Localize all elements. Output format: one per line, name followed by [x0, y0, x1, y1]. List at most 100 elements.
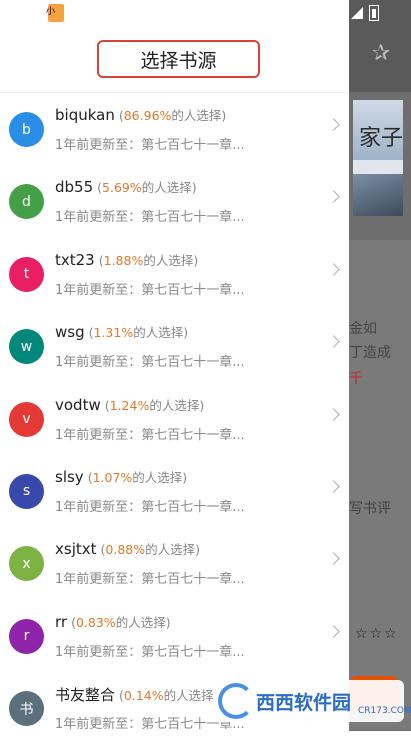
source-popularity: (1.88%的人选择)	[98, 252, 199, 268]
source-update-info: 1年前更新至：第七百七十一章...	[55, 138, 245, 153]
status-bar	[0, 0, 349, 26]
watermark-text: 西西软件园	[256, 691, 352, 714]
write-review-label[interactable]: 写书评	[349, 498, 391, 518]
source-name-line: biqukan (86.96%的人选择)	[55, 105, 226, 124]
chevron-right-icon	[327, 190, 340, 204]
source-avatar: 书	[9, 691, 44, 727]
source-item[interactable]: d db55 (5.69%的人选择) 1年前更新至：第七百七十一章...	[0, 164, 349, 236]
source-popularity: (5.69%的人选择)	[97, 180, 197, 196]
source-popularity: (0.14%的人选择)	[119, 688, 219, 704]
source-percent: 0.88%	[105, 542, 146, 558]
source-update-info: 1年前更新至：第七百七十一章...	[55, 499, 245, 515]
source-name: db55	[55, 178, 94, 197]
source-avatar: s	[9, 473, 44, 509]
background-text-3: 千	[349, 371, 363, 387]
source-list: b biqukan (86.96%的人选择) 1年前更新至：第七百七十一章... d db…	[0, 92, 349, 744]
source-name: xsjtxt	[55, 540, 97, 559]
source-name-line: slsy (1.07%的人选择)	[55, 467, 187, 486]
source-update-info: 1年前更新至：第七百七十一章...	[55, 644, 245, 660]
drawer-title: 选择书源	[97, 40, 260, 78]
chevron-right-icon	[327, 118, 340, 131]
source-percent-suffix: 的人选择)	[115, 614, 171, 630]
source-percent-suffix: 的人选择)	[145, 542, 200, 558]
source-popularity: (1.24%的人选择)	[104, 397, 205, 413]
source-update-info: 1年前更新至：第七百七十一章...	[55, 355, 245, 371]
source-item[interactable]: x xsjtxt (0.88%的人选择) 1年前更新至：第七百七十一章...	[0, 526, 349, 598]
source-name: vodtw	[55, 395, 101, 414]
watermark-c-icon	[218, 683, 254, 719]
drawer-header: 选择书源	[0, 26, 349, 93]
background-content	[349, 240, 411, 730]
source-percent: 5.69%	[102, 180, 142, 196]
book-cover-title: 家子	[359, 126, 403, 151]
source-percent: 1.07%	[92, 469, 133, 485]
status-icons	[349, 0, 411, 26]
source-percent-suffix: 的人选择)	[149, 397, 205, 413]
source-popularity: (1.07%的人选择)	[87, 469, 188, 485]
chevron-right-icon	[327, 480, 340, 493]
source-name: txt23	[55, 250, 95, 269]
source-avatar: r	[9, 618, 44, 654]
source-avatar: d	[9, 184, 44, 220]
source-item[interactable]: v vodtw (1.24%的人选择) 1年前更新至：第七百七十一章...	[0, 382, 349, 454]
source-name-line: vodtw (1.24%的人选择)	[55, 395, 204, 414]
source-percent-suffix: 的人选择)	[143, 252, 199, 268]
background-text-1: 金如	[349, 321, 377, 337]
source-item[interactable]: w wsg (1.31%的人选择) 1年前更新至：第七百七十一章...	[0, 309, 349, 381]
source-avatar: w	[9, 329, 44, 365]
source-name: slsy	[55, 467, 84, 486]
source-popularity: (0.83%的人选择)	[71, 614, 171, 630]
background-text-2: 丁造成	[349, 345, 391, 361]
source-name: rr	[55, 612, 68, 631]
source-name-line: txt23 (1.88%的人选择)	[55, 250, 198, 269]
source-update-info: 1年前更新至：第七百七十一章...	[55, 282, 245, 298]
source-popularity: (0.88%的人选择)	[100, 542, 201, 558]
chevron-right-icon	[327, 552, 340, 566]
source-percent-suffix: 的人选择)	[133, 325, 189, 341]
source-name-line: rr (0.83%的人选择)	[55, 612, 171, 631]
source-update-info: 1年前更新至：第七百七十一章...	[55, 210, 245, 226]
source-name: wsg	[55, 323, 85, 342]
background-page: ✰ 家子 金如 丁造成 千 写书评 ☆☆☆	[349, 0, 411, 731]
source-percent: 86.96%	[123, 108, 172, 123]
source-item[interactable]: t txt23 (1.88%的人选择) 1年前更新至：第七百七十一章...	[0, 237, 349, 309]
source-percent: 0.14%	[123, 688, 164, 704]
app-notification-icon	[46, 3, 64, 22]
rating-stars[interactable]: ☆☆☆	[355, 626, 399, 642]
source-update-info: 1年前更新至：第七百七十一章...	[55, 427, 245, 443]
source-avatar: x	[9, 546, 44, 582]
signal-icon	[351, 7, 363, 19]
source-item[interactable]: b biqukan (86.96%的人选择) 1年前更新至：第七百七十一章...	[0, 92, 349, 164]
source-percent-suffix: 的人选择)	[163, 688, 219, 704]
share-icon[interactable]: ✰	[369, 42, 393, 66]
source-percent: 1.31%	[93, 325, 134, 341]
source-name-line: wsg (1.31%的人选择)	[55, 322, 188, 341]
source-percent-suffix: 的人选择)	[132, 469, 188, 485]
source-avatar: b	[9, 112, 44, 147]
source-name: biqukan	[55, 106, 115, 124]
source-item[interactable]: r rr (0.83%的人选择) 1年前更新至：第七百七十一章...	[0, 599, 349, 671]
chevron-right-icon	[327, 407, 340, 421]
source-percent: 1.88%	[103, 252, 144, 268]
source-name: 书友整合	[55, 686, 116, 705]
source-item[interactable]: s slsy (1.07%的人选择) 1年前更新至：第七百七十一章...	[0, 454, 349, 526]
source-popularity: (1.31%的人选择)	[88, 325, 189, 341]
chevron-right-icon	[327, 624, 340, 638]
source-percent-suffix: 的人选择)	[171, 108, 227, 123]
source-name-line: db55 (5.69%的人选择)	[55, 177, 197, 196]
book-cover: 家子	[353, 100, 403, 216]
source-avatar: v	[9, 401, 44, 437]
source-percent: 0.83%	[75, 614, 116, 630]
source-name-line: xsjtxt (0.88%的人选择)	[55, 539, 200, 558]
source-avatar: t	[9, 256, 44, 292]
battery-icon	[369, 5, 379, 21]
source-name-line: 书友整合 (0.14%的人选择)	[55, 684, 219, 705]
source-popularity: (86.96%的人选择)	[118, 108, 227, 123]
watermark-logo: 西西软件园 CR173.COM	[214, 680, 411, 722]
source-selection-drawer: 选择书源 b biqukan(86.96%的人选择) 1年前更新至：第七百七十一章.…	[0, 0, 349, 732]
source-update-info: 1年前更新至：第七百七十一章...	[55, 572, 245, 588]
source-percent-suffix: 的人选择)	[141, 180, 197, 196]
source-percent: 1.24%	[109, 397, 150, 413]
chevron-right-icon	[327, 262, 340, 276]
chevron-right-icon	[327, 335, 340, 349]
